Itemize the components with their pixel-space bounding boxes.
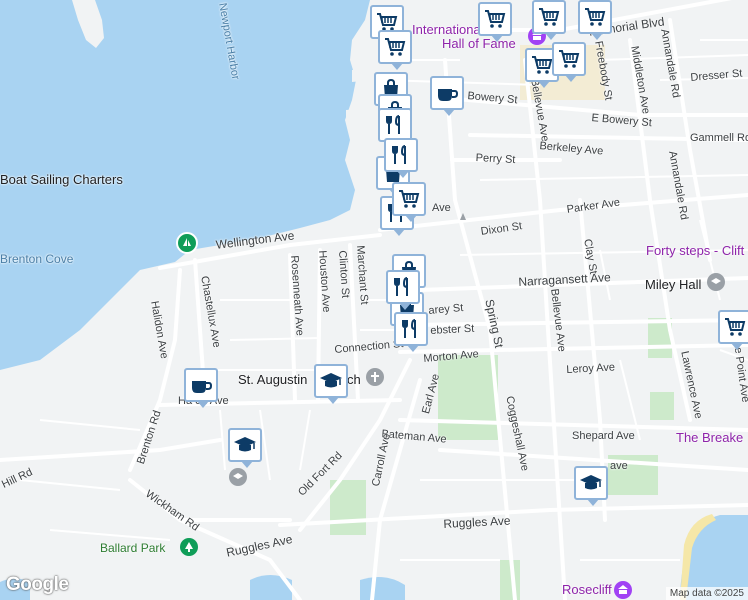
miley-hall-pin[interactable] [707, 273, 725, 291]
map-marker-shop[interactable] [532, 0, 566, 40]
shopping-cart-icon [725, 318, 746, 336]
museum-icon [618, 585, 628, 594]
rosecliff-pin[interactable] [614, 581, 632, 599]
map-marker-cafe[interactable] [430, 76, 464, 116]
park [438, 355, 498, 440]
school-pin[interactable] [229, 468, 247, 486]
map-marker-shop[interactable] [718, 310, 748, 350]
map-marker-restaurant[interactable] [386, 270, 420, 310]
tree-icon [185, 542, 193, 552]
map-marker-cafe[interactable] [184, 368, 218, 408]
coffee-cup-icon [192, 381, 213, 393]
graduation-cap-icon [234, 437, 256, 452]
map-marker-shop[interactable] [378, 30, 412, 70]
street-label-shepard-ave: Shepard Ave [572, 430, 635, 442]
fork-knife-icon [402, 319, 416, 338]
map-marker-shop[interactable] [552, 42, 586, 82]
pond [360, 576, 405, 600]
street-label-gammell-rd: Gammell Rd [690, 132, 748, 144]
map-marker-school[interactable] [574, 466, 608, 506]
cross-icon [371, 372, 379, 382]
street-label-perry-st: Perry St [475, 152, 516, 167]
fork-knife-icon [392, 145, 406, 164]
sailboat-icon [183, 238, 191, 246]
google-logo: Google [6, 574, 69, 595]
map-marker-restaurant[interactable] [378, 108, 412, 148]
shopping-cart-icon [399, 190, 420, 208]
place-label-hall-of-fame-2[interactable]: Hall of Fame [442, 36, 516, 51]
shopping-cart-icon [539, 8, 560, 26]
water-label-brenton-cove: Brenton Cove [0, 252, 74, 266]
map-marker-shop[interactable] [392, 182, 426, 222]
map-marker-shop[interactable] [578, 0, 612, 40]
street-label-webster-st: ebster St [430, 322, 475, 337]
graduation-cap-icon [580, 475, 602, 490]
place-label-the-breakers[interactable]: The Breake [676, 430, 743, 445]
shopping-cart-icon [485, 10, 506, 28]
fork-knife-icon [386, 115, 400, 134]
place-label-ballard-park[interactable]: Ballard Park [100, 541, 165, 555]
street-label-leroy-ave: Leroy Ave [566, 361, 616, 376]
shopping-cart-icon [585, 8, 606, 26]
place-label-sailing-charters[interactable]: Boat Sailing Charters [0, 172, 123, 187]
map-marker-school[interactable] [228, 428, 262, 468]
map-marker-school[interactable] [314, 364, 348, 404]
school-icon [711, 278, 721, 284]
map-marker-restaurant[interactable] [384, 138, 418, 178]
park [650, 392, 674, 420]
place-label-st-augustin-end: ch [347, 372, 361, 387]
ballard-park-pin[interactable] [180, 538, 198, 556]
church-pin[interactable] [366, 368, 384, 386]
place-label-miley-hall[interactable]: Miley Hall [645, 277, 701, 292]
map-marker-restaurant[interactable] [394, 312, 428, 352]
school-icon [233, 473, 243, 479]
street-label-ave-fragment: Ave [432, 202, 451, 214]
place-label-forty-steps[interactable]: Forty steps - Clift [646, 243, 744, 258]
map-attribution[interactable]: Map data ©2025 [665, 587, 748, 600]
coffee-cup-icon [438, 89, 459, 101]
street-label-ave-fragment-2: ave [610, 460, 628, 472]
graduation-cap-icon [320, 373, 342, 388]
shopping-cart-icon [385, 38, 406, 56]
shopping-cart-icon [532, 56, 553, 74]
shopping-cart-icon [559, 50, 580, 68]
map-canvas[interactable]: Memorial Blvd Dresser St Annandale Rd An… [0, 0, 748, 600]
place-label-hall-of-fame-1[interactable]: International [412, 22, 484, 37]
place-label-st-augustin[interactable]: St. Augustin [238, 372, 307, 387]
sailing-charters-pin[interactable] [176, 232, 198, 254]
place-label-rosecliff[interactable]: Rosecliff [562, 582, 612, 597]
fork-knife-icon [394, 277, 408, 296]
map-marker-shop[interactable] [478, 2, 512, 42]
